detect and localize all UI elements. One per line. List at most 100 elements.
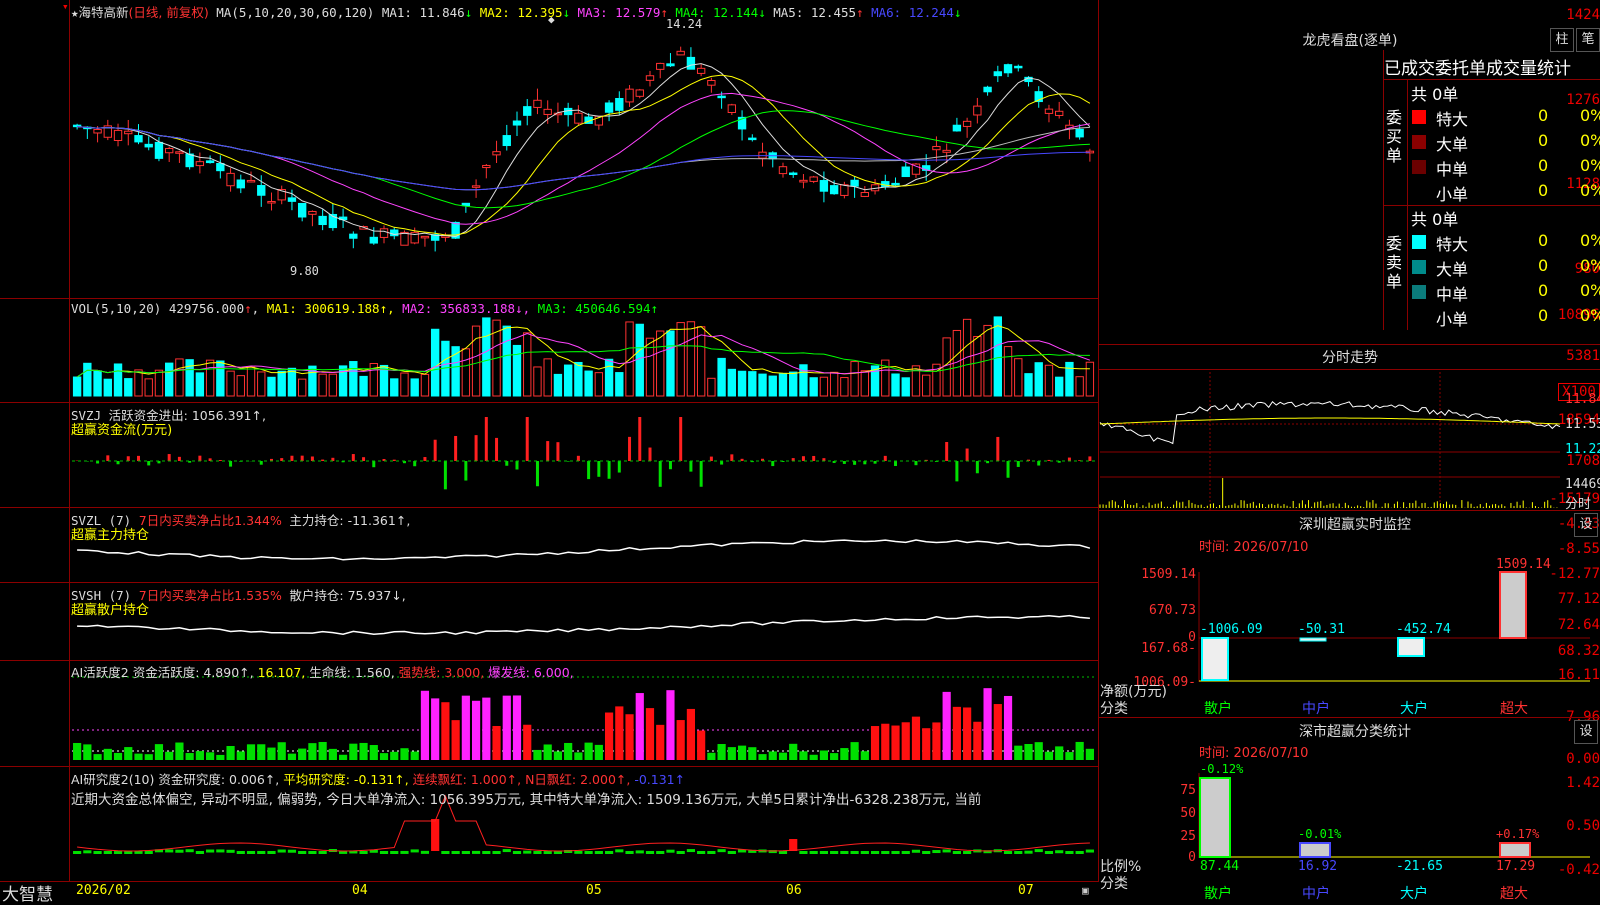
research-bar bbox=[922, 851, 931, 854]
activity-bar bbox=[144, 754, 153, 760]
volume-bar bbox=[144, 378, 153, 397]
activity-bar bbox=[819, 750, 828, 760]
research-bar bbox=[819, 851, 828, 854]
volume-bar bbox=[962, 318, 972, 397]
pin-icon[interactable]: ▾ bbox=[62, 0, 69, 13]
volume-bar bbox=[635, 323, 644, 397]
research-bar bbox=[727, 851, 736, 854]
favorite-star-icon[interactable]: ★ bbox=[71, 5, 79, 20]
candle bbox=[512, 120, 522, 126]
candle bbox=[236, 179, 245, 189]
candle bbox=[686, 56, 696, 70]
category-value: 87.44 bbox=[1200, 859, 1240, 874]
research-bar bbox=[1044, 851, 1054, 854]
buy-total: 共 0单 bbox=[1411, 85, 1459, 104]
volume-bar bbox=[553, 373, 563, 397]
ma-params: MA(5,10,20,30,60,120) bbox=[216, 5, 375, 20]
volume-bar bbox=[973, 335, 982, 397]
candle bbox=[932, 145, 941, 151]
volume-bar bbox=[328, 373, 338, 397]
y-axis-label: 68.32 bbox=[1557, 643, 1600, 659]
research-bar bbox=[144, 851, 153, 854]
research-bar bbox=[533, 851, 542, 854]
chart-right-border bbox=[1098, 0, 1099, 882]
activity-bar bbox=[1003, 695, 1013, 760]
research-bar bbox=[963, 851, 972, 854]
volume-bar bbox=[840, 377, 849, 397]
candle bbox=[799, 179, 808, 183]
stats-time: 时间: 2026/07/10 bbox=[1199, 746, 1309, 761]
research-bar bbox=[471, 850, 481, 854]
category-value: -21.65 bbox=[1396, 859, 1443, 874]
row-label: 小单 bbox=[1436, 185, 1469, 204]
volume-bar bbox=[707, 377, 716, 397]
divider bbox=[1383, 79, 1600, 80]
volume-bar bbox=[338, 365, 348, 397]
candle bbox=[666, 63, 675, 67]
y-axis-label: -8.55 bbox=[1557, 541, 1600, 557]
research-bar bbox=[840, 851, 849, 854]
candle bbox=[707, 79, 716, 86]
research-bar bbox=[656, 851, 665, 854]
volume-bar bbox=[93, 370, 102, 397]
research-bar bbox=[942, 849, 951, 853]
volume-bar bbox=[390, 378, 399, 397]
volume-bar bbox=[758, 373, 767, 397]
activity-bar bbox=[1034, 742, 1043, 760]
row-label: 中单 bbox=[1436, 285, 1469, 304]
volume-bar bbox=[533, 366, 542, 397]
monitor-time: 时间: 2026/07/10 bbox=[1199, 540, 1309, 555]
volume-value: 429756.000 bbox=[168, 301, 245, 316]
research-bar bbox=[850, 851, 859, 854]
ma-line bbox=[77, 92, 1090, 225]
monitor-settings-button[interactable]: 设 bbox=[1574, 513, 1598, 537]
volume-title: VOL(5,10,20) bbox=[71, 301, 162, 316]
activity-bar bbox=[533, 749, 542, 760]
research-bar bbox=[1014, 851, 1023, 854]
activity-bar bbox=[379, 753, 389, 760]
bar-mode-button[interactable]: 柱 bbox=[1550, 28, 1574, 52]
note-mode-button[interactable]: 笔 bbox=[1576, 28, 1600, 52]
research-bar bbox=[226, 849, 235, 853]
research-bar bbox=[1065, 851, 1074, 854]
activity-bar bbox=[461, 695, 470, 760]
category-value: 16.92 bbox=[1298, 859, 1338, 874]
volume-bar bbox=[748, 371, 757, 397]
activity-bar bbox=[1085, 748, 1094, 760]
volume-bar bbox=[789, 371, 798, 397]
volume-bar bbox=[512, 344, 522, 397]
research-bar bbox=[543, 851, 552, 854]
stock-name[interactable]: 海特高新 bbox=[79, 5, 129, 20]
stats-settings-button[interactable]: 设 bbox=[1574, 720, 1598, 744]
research-bar bbox=[615, 849, 624, 853]
volume-bar bbox=[717, 357, 726, 397]
activity-bar bbox=[768, 751, 777, 760]
research-bar bbox=[881, 851, 890, 854]
y-axis-label: 0.00 bbox=[1566, 751, 1600, 767]
research-bar bbox=[185, 849, 194, 853]
volume-bar bbox=[257, 371, 266, 397]
candle bbox=[778, 166, 788, 175]
candle bbox=[1014, 65, 1023, 69]
research-bar bbox=[1034, 849, 1043, 853]
activity-bar bbox=[799, 751, 808, 760]
volume-bar bbox=[778, 372, 788, 397]
monitor-bar bbox=[1299, 637, 1327, 642]
research-bar bbox=[697, 851, 706, 854]
activity-bar bbox=[901, 722, 910, 760]
volume-bar bbox=[645, 337, 655, 397]
lock-icon[interactable]: ▣ bbox=[1082, 884, 1089, 897]
ai-n-day-red: N日飘红: 2.000↑, bbox=[525, 772, 631, 787]
sell-row-2: 中单 0 0% bbox=[1410, 281, 1600, 304]
activity-bar bbox=[830, 753, 839, 760]
volume-bar bbox=[1034, 362, 1043, 397]
research-bar bbox=[1055, 850, 1064, 854]
volume-bar bbox=[819, 376, 829, 397]
ai-active-value: 资金活跃度: 4.890↑, bbox=[132, 665, 254, 680]
row-label: 特大 bbox=[1436, 110, 1469, 129]
activity-bar bbox=[103, 748, 112, 760]
activity-bar bbox=[431, 698, 440, 760]
stats-bar bbox=[1199, 777, 1231, 858]
stats-y-label: 25 bbox=[1180, 829, 1196, 844]
chart-canvas bbox=[72, 46, 1590, 858]
